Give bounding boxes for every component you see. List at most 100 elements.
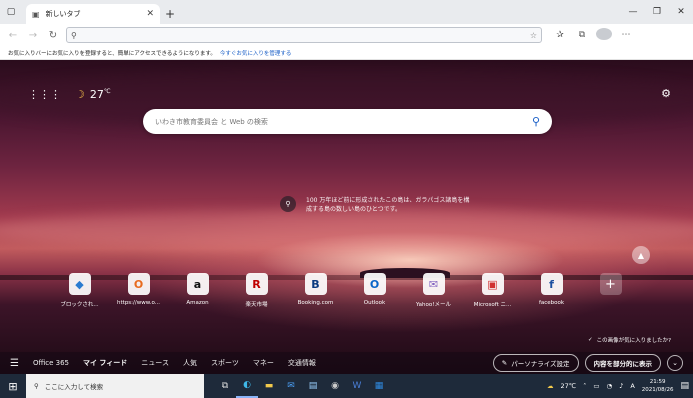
favorites-bar-message: お気に入りバーにお気に入りを登録すると、簡単にアクセスできるようになります。 [8,50,216,57]
quick-link-label: https://www.o... [117,300,160,306]
weather-widget[interactable]: ☽ 27℃ [75,88,111,101]
forward-button[interactable]: → [24,26,42,44]
more-menu-icon[interactable]: ⋯ [618,30,634,40]
quick-link-label: Booking.com [297,300,334,306]
search-icon[interactable]: ⚲ [532,115,540,128]
temperature-unit: ℃ [103,88,111,95]
background-photo-info[interactable]: ⚲ 100 万年ほど前に形成されたこの島は、ガラパゴス諸島を構成する島の数しい島… [280,196,470,214]
taskbar-weather[interactable]: 27℃ [561,382,577,390]
close-tab-icon[interactable]: ✕ [146,9,154,19]
like-image-prompt[interactable]: ✓ この画像が気に入りましたか? [588,336,671,344]
location-icon: ⚲ [280,196,296,212]
site-icon: f [540,273,563,295]
search-icon: ⚲ [34,382,39,390]
quick-link-label: Yahoo!メール [416,302,451,308]
start-button[interactable]: ⊞ [0,374,26,398]
feed-tab-popular[interactable]: 人気 [183,358,197,368]
feed-tab-traffic[interactable]: 交通情報 [288,358,316,368]
thumbs-up-icon: ✓ [587,337,593,343]
feed-tab-my-feed[interactable]: マイ フィード [83,358,127,368]
site-icon: ✉ [422,273,445,295]
feed-tab-news[interactable]: ニュース [141,358,169,368]
quick-link[interactable]: f facebook [522,273,581,308]
quick-link[interactable]: a Amazon [168,273,227,308]
scroll-up-button[interactable]: ▲ [632,246,650,264]
minimize-button[interactable]: — [621,7,645,17]
notification-icon[interactable]: ▤ [680,381,689,391]
app-launcher-icon[interactable]: ⋮⋮⋮ [28,88,61,101]
clock-time: 21:59 [649,379,666,385]
add-shortcut-button[interactable]: + [581,273,640,308]
quick-link[interactable]: O Outlook [345,273,404,308]
mail-icon[interactable]: ✉ [280,374,302,398]
address-bar[interactable]: ⚲ ☆ [66,27,542,43]
add-favorite-icon[interactable]: ☆ [530,31,537,40]
favorites-icon[interactable]: ✰ [552,30,568,40]
personalize-button[interactable]: ✎ パーソナライズ設定 [492,354,579,372]
quick-link[interactable]: ◆ ブロックされ... [50,273,109,308]
layout-dropdown[interactable]: 内容を部分的に表示 [584,354,661,372]
quick-link[interactable]: Ohttps://www.o... [109,273,168,308]
clock-date: 2021/08/26 [641,387,674,393]
quick-links: ◆ ブロックされ... Ohttps://www.o... a Amazon R 楽天市場 B… [50,273,640,308]
personalize-label: パーソナライズ設定 [511,360,570,368]
feed-tab-sports[interactable]: スポーツ [211,358,239,368]
search-icon: ⚲ [71,30,77,40]
tab-new-tab[interactable]: ▣ 新しいタブ ✕ [26,4,160,24]
site-icon: R [245,273,268,295]
avatar [596,27,612,40]
maximize-button[interactable]: ❐ [645,7,669,17]
new-tab-page-icon: ▣ [32,9,40,19]
quick-link-label: ブロックされ... [60,302,99,308]
edge-browser-icon[interactable]: ◐ [236,374,258,398]
file-explorer-icon[interactable]: ▬ [258,374,280,398]
manage-favorites-link[interactable]: 今すぐお気に入りを管理する [220,49,292,57]
like-prompt-text: この画像が気に入りましたか? [596,338,671,344]
quick-link-label: 楽天市場 [245,302,268,308]
hamburger-menu-icon[interactable]: ☰ [10,358,19,369]
new-tab-page: ⋮⋮⋮ ☽ 27℃ ⚙ ⚲ ⚲ 100 万年ほど前に形成されたこの島は、ガラパゴ… [0,60,693,374]
store-icon[interactable]: ▤ [302,374,324,398]
quick-link[interactable]: ▣ Microsoft ニ... [463,273,522,308]
site-icon: a [186,273,209,295]
refresh-button[interactable]: ↻ [44,26,62,44]
chevron-down-icon[interactable]: ⌄ [667,355,683,371]
collections-icon[interactable]: ⧉ [574,30,590,40]
quick-link[interactable]: ✉ Yahoo!メール [404,273,463,308]
weather-icon: ☁ [547,382,554,390]
ime-indicator[interactable]: A [630,382,634,390]
quick-link[interactable]: B Booking.com [286,273,345,308]
address-input[interactable] [80,31,526,39]
clock[interactable]: 21:59 2021/08/26 [642,378,674,394]
volume-icon[interactable]: ♪ [619,382,623,390]
window-menu-icon[interactable]: ▢ [0,0,22,24]
taskbar-search[interactable]: ⚲ ここに入力して検索 [26,374,204,398]
pencil-icon: ✎ [501,359,508,367]
new-tab-button[interactable]: + [160,4,180,24]
profile-button[interactable] [596,27,612,43]
taskbar-search-placeholder: ここに入力して検索 [44,383,104,391]
feed-navigation: ☰ Office 365 マイ フィード ニュース 人気 スポーツ マネー 交通… [0,352,693,374]
back-button[interactable]: ← [4,26,22,44]
chevron-up-icon[interactable]: ˄ [583,382,586,390]
feed-tab-money[interactable]: マネー [253,358,274,368]
close-window-button[interactable]: ✕ [669,7,693,17]
site-icon: O [363,273,386,295]
web-search-box[interactable]: ⚲ [143,109,552,134]
plus-icon: + [599,273,622,295]
site-icon: O [127,273,150,295]
battery-icon[interactable]: ▭ [593,382,599,390]
quick-link[interactable]: R 楽天市場 [227,273,286,308]
site-icon: ◆ [68,273,91,295]
app-icon[interactable]: ▦ [368,374,390,398]
quick-link-label: Outlook [363,300,386,306]
page-settings-icon[interactable]: ⚙ [661,87,671,100]
network-icon[interactable]: ◔ [607,382,613,390]
word-icon[interactable]: W [346,374,368,398]
layout-label: 内容を部分的に表示 [593,360,653,368]
favorites-bar: お気に入りバーにお気に入りを登録すると、簡単にアクセスできるようになります。 今… [0,46,693,60]
camera-icon[interactable]: ◉ [324,374,346,398]
feed-tab-office[interactable]: Office 365 [33,359,69,367]
search-input[interactable] [155,117,532,126]
task-view-icon[interactable]: ⧉ [214,374,236,398]
